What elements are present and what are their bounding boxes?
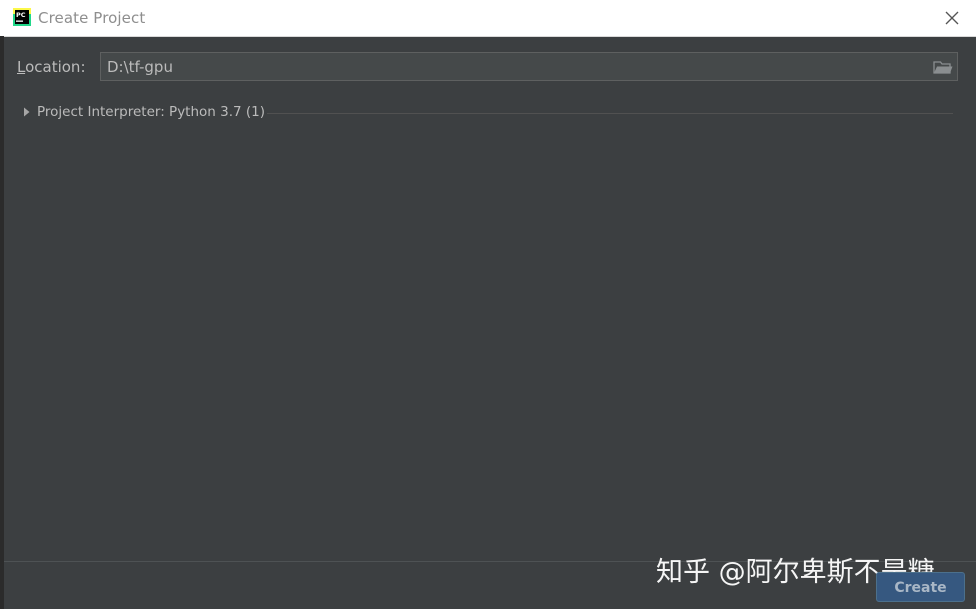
- section-divider: [267, 113, 953, 114]
- location-value[interactable]: D:\tf-gpu: [107, 58, 173, 76]
- close-button[interactable]: [938, 6, 966, 30]
- close-icon: [945, 11, 959, 25]
- location-label-text: ocation:: [25, 58, 86, 76]
- location-label: Location:: [17, 58, 86, 76]
- location-label-mnemonic: L: [17, 58, 26, 76]
- triangle-right-icon[interactable]: [22, 106, 32, 118]
- create-project-dialog: PC Create Project Location: D:\tf-gpu Pr…: [0, 0, 976, 609]
- create-button[interactable]: Create: [876, 572, 965, 602]
- location-input[interactable]: D:\tf-gpu: [100, 52, 958, 81]
- title-bar: PC Create Project: [0, 0, 976, 37]
- project-interpreter-section[interactable]: Project Interpreter: Python 3.7 (1): [22, 103, 954, 123]
- window-edge: [0, 36, 4, 609]
- project-interpreter-label[interactable]: Project Interpreter: Python 3.7 (1): [37, 104, 265, 120]
- window-title: Create Project: [38, 9, 146, 27]
- folder-icon[interactable]: [933, 58, 953, 76]
- pycharm-logo-icon: PC: [13, 8, 31, 26]
- svg-text:PC: PC: [16, 11, 26, 19]
